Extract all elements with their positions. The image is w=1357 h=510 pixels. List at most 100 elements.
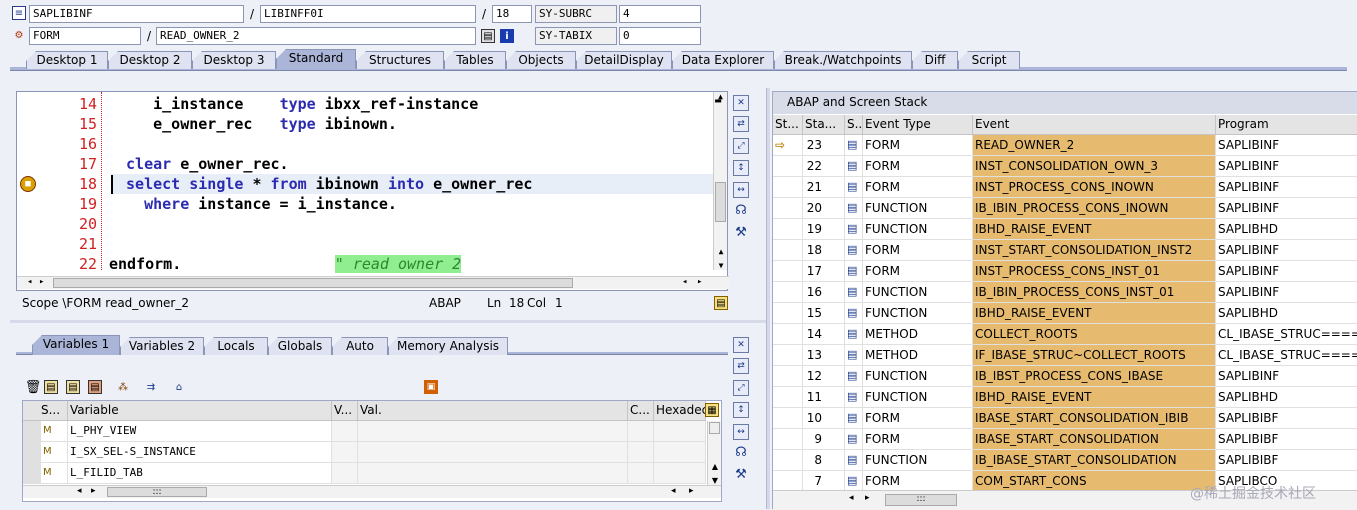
tab-desktop-3[interactable]: Desktop 3 — [192, 51, 276, 69]
editor-hscroll[interactable]: ◂ ▸ ◂ ▸ — [17, 276, 729, 289]
tab-objects[interactable]: Objects — [506, 51, 576, 69]
event-name[interactable]: INST_PROCESS_CONS_INST_01 — [973, 261, 1216, 282]
tools-icon[interactable]: ⚒ — [733, 468, 749, 484]
swap-icon[interactable]: ⇄ — [733, 116, 749, 132]
event-name[interactable]: COLLECT_ROOTS — [973, 324, 1216, 345]
info-icon[interactable]: i — [500, 29, 514, 43]
var-value[interactable] — [358, 463, 628, 484]
col-header-sta[interactable]: Sta... — [803, 115, 845, 135]
editor-vscroll[interactable]: ▲ ▲ ▼ — [713, 92, 727, 270]
tag-icon[interactable]: ⌂ — [172, 380, 186, 394]
tools-icon[interactable]: ⚒ — [733, 226, 749, 242]
col-header-event[interactable]: Event — [973, 115, 1216, 135]
sysvar-value[interactable]: 4 — [619, 5, 701, 23]
event-name[interactable]: IBHD_RAISE_EVENT — [973, 387, 1216, 408]
tab-desktop-1[interactable]: Desktop 1 — [26, 51, 108, 69]
maximize-icon[interactable]: ⤢ — [733, 380, 749, 396]
line-field[interactable]: 18 — [492, 5, 532, 23]
branch-icon[interactable]: ⇉ — [144, 380, 158, 394]
event-name[interactable]: INST_PROCESS_CONS_INOWN — [973, 177, 1216, 198]
tab-variables-2[interactable]: Variables 2 — [120, 337, 204, 355]
var-value[interactable] — [358, 442, 628, 463]
hierarchy-icon[interactable]: ⁂ — [116, 380, 130, 394]
tab-detaildisplay[interactable]: DetailDisplay — [576, 51, 672, 69]
event-name[interactable]: IBHD_RAISE_EVENT — [973, 303, 1216, 324]
table-config-icon[interactable]: ▦ — [705, 403, 719, 417]
event-name[interactable]: READ_OWNER_2 — [973, 135, 1216, 156]
row-selector[interactable] — [23, 421, 41, 442]
tab-breakpoints[interactable]: Break./Watchpoints — [774, 51, 912, 69]
breakpoint-icon[interactable]: ■ — [20, 176, 36, 192]
col-header-c[interactable]: C... — [628, 401, 654, 421]
col-header-event-type[interactable]: Event Type — [863, 115, 973, 135]
h-splitter[interactable] — [10, 320, 766, 323]
var-name[interactable]: L_PHY_VIEW — [68, 421, 332, 442]
tab-diff[interactable]: Diff — [912, 51, 958, 69]
col-header-v[interactable]: V... — [332, 401, 358, 421]
type-field[interactable]: FORM — [29, 27, 141, 45]
tab-auto[interactable]: Auto — [332, 337, 388, 355]
swap-icon[interactable]: ⇄ — [733, 358, 749, 374]
horizontal-split-icon[interactable]: ↔ — [733, 182, 749, 198]
delete-icon[interactable]: 🗑 — [25, 380, 42, 395]
maximize-icon[interactable]: ⤢ — [733, 138, 749, 154]
variables-table[interactable]: S... Variable V... Val. C... Hexadec ▦ M… — [22, 400, 722, 502]
event-name-field[interactable]: READ_OWNER_2 — [156, 27, 476, 45]
event-name[interactable]: IB_IBIN_PROCESS_CONS_INOWN — [973, 198, 1216, 219]
headset-icon[interactable]: ☊ — [733, 204, 749, 220]
vertical-split-icon[interactable]: ↕ — [733, 402, 749, 418]
close-icon[interactable]: ✕ — [733, 95, 749, 111]
col-header-s[interactable]: S... — [23, 401, 68, 421]
event-name[interactable]: IBASE_START_CONSOLIDATION — [973, 429, 1216, 450]
tab-structures[interactable]: Structures — [356, 51, 444, 69]
var-vscroll[interactable]: ▲ ▼ — [707, 421, 721, 487]
col-header-st[interactable]: St... — [773, 115, 803, 135]
include-field[interactable]: LIBINFF0I — [260, 5, 476, 23]
event-name[interactable]: IB_IBASE_START_CONSOLIDATION — [973, 450, 1216, 471]
display-icon[interactable]: ▤ — [481, 29, 495, 43]
col-header-s[interactable]: S... — [845, 115, 863, 135]
event-name[interactable]: IBASE_START_CONSOLIDATION_IBIB — [973, 408, 1216, 429]
event-type: FUNCTION — [863, 282, 973, 303]
event-name[interactable]: IB_IBIN_PROCESS_CONS_INST_01 — [973, 282, 1216, 303]
tab-desktop-2[interactable]: Desktop 2 — [108, 51, 192, 69]
event-name[interactable]: IF_IBASE_STRUC~COLLECT_ROOTS — [973, 345, 1216, 366]
tab-locals[interactable]: Locals — [204, 337, 268, 355]
vertical-split-icon[interactable]: ↕ — [733, 160, 749, 176]
tab-standard[interactable]: Standard — [276, 49, 356, 69]
notes-icon[interactable]: ▤ — [714, 296, 728, 310]
save-var-icon[interactable]: ▤ — [88, 380, 102, 394]
row-selector[interactable] — [23, 442, 41, 463]
splitter[interactable] — [766, 88, 770, 509]
event-name[interactable]: COM_START_CONS — [973, 471, 1216, 492]
col-header-program[interactable]: Program — [1216, 115, 1357, 135]
var-name[interactable]: I_SX_SEL-S_INSTANCE — [68, 442, 332, 463]
tab-data-explorer[interactable]: Data Explorer — [672, 51, 774, 69]
program-field[interactable]: SAPLIBINF — [29, 5, 244, 23]
sysvar-value-2[interactable]: 0 — [619, 27, 701, 45]
var-hscroll[interactable]: ◂ ▸ ::: ◂ ▸ — [23, 485, 721, 498]
tab-script[interactable]: Script — [958, 51, 1020, 69]
horizontal-split-icon[interactable]: ↔ — [733, 424, 749, 440]
col-header-variable[interactable]: Variable — [68, 401, 332, 421]
list-icon[interactable]: ▤ — [66, 380, 80, 394]
row-selector[interactable] — [23, 463, 41, 484]
source-editor[interactable]: ■ 14 i_instance type ibxx_ref-instance 1… — [16, 91, 729, 291]
tab-globals[interactable]: Globals — [268, 337, 332, 355]
copy-icon[interactable]: ▤ — [44, 380, 58, 394]
event-name[interactable]: INST_CONSOLIDATION_OWN_3 — [973, 156, 1216, 177]
event-name[interactable]: INST_START_CONSOLIDATION_INST2 — [973, 240, 1216, 261]
event-name[interactable]: IBHD_RAISE_EVENT — [973, 219, 1216, 240]
col-header-val[interactable]: Val. — [358, 401, 628, 421]
close-icon[interactable]: ✕ — [733, 337, 749, 353]
event-type: FORM — [863, 135, 973, 156]
tab-variables-1[interactable]: Variables 1 — [32, 335, 120, 355]
headset-icon[interactable]: ☊ — [733, 446, 749, 462]
save-icon[interactable]: ▣ — [424, 380, 438, 394]
tab-tables[interactable]: Tables — [444, 51, 506, 69]
var-name[interactable]: L_FILID_TAB — [68, 463, 332, 484]
col-header-hex[interactable]: Hexadec — [654, 401, 706, 421]
tab-memory-analysis[interactable]: Memory Analysis — [388, 337, 508, 355]
event-name[interactable]: IB_IBST_PROCESS_CONS_IBASE — [973, 366, 1216, 387]
var-value[interactable] — [358, 421, 628, 442]
